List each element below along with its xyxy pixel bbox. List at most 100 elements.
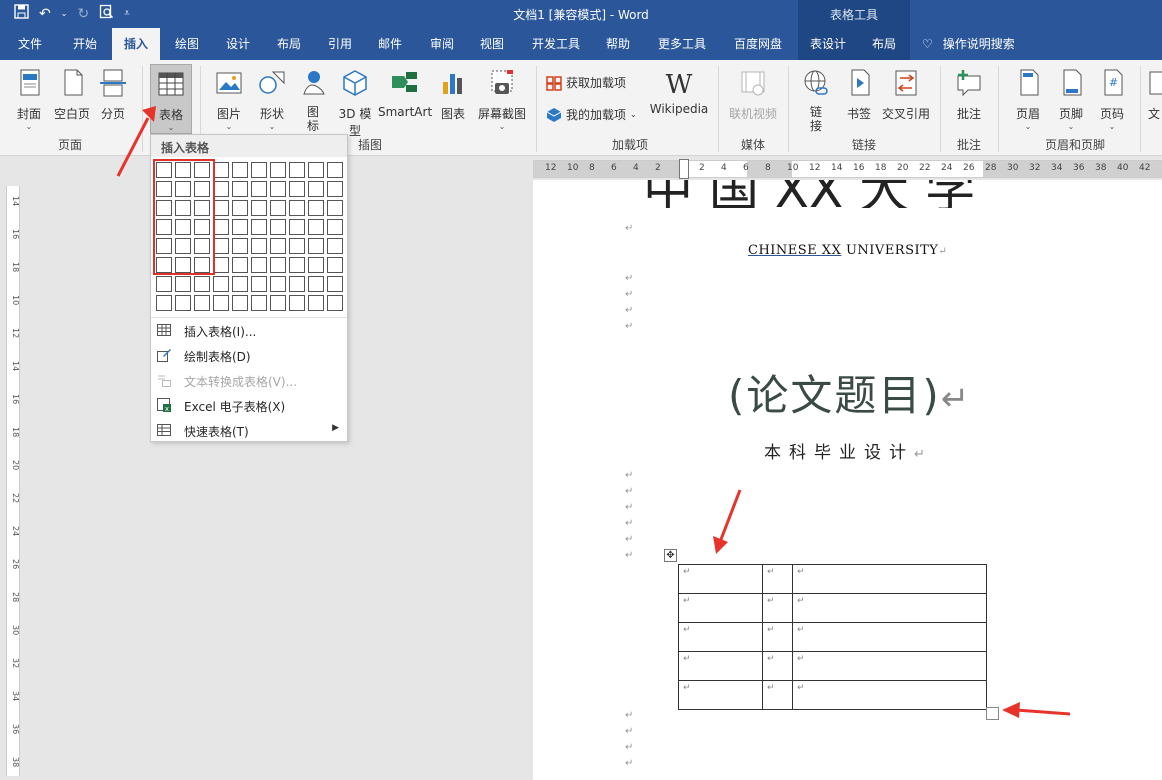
table-grid-cell[interactable] (194, 276, 210, 292)
table-grid-cell[interactable] (194, 181, 210, 197)
table-cell[interactable]: ↵ (762, 622, 793, 652)
document-page[interactable]: 中 国 XX 大 学 ↵ CHINESE XX UNIVERSITY↵ ↵ ↵ … (533, 180, 1162, 780)
table-grid-cell[interactable] (308, 295, 324, 311)
table-grid-cell[interactable] (327, 162, 343, 178)
table-grid-cell[interactable] (251, 238, 267, 254)
table-grid-cell[interactable] (175, 181, 191, 197)
table-grid-cell[interactable] (308, 200, 324, 216)
table-cell[interactable]: ↵ (762, 564, 793, 594)
table-grid-cell[interactable] (308, 238, 324, 254)
table-grid-cell[interactable] (289, 276, 305, 292)
bookmark-button[interactable]: 书签 (842, 68, 876, 122)
table-grid-cell[interactable] (327, 257, 343, 273)
3d-models-button[interactable]: 3D 模型 (336, 68, 374, 139)
comment-button[interactable]: 批注 (948, 68, 990, 122)
tell-me-search[interactable]: ♡ 操作说明搜索 (922, 28, 1032, 60)
table-button[interactable]: 表格 ⌄ (150, 64, 192, 134)
table-grid-cell[interactable] (156, 257, 172, 273)
draw-table-menu-item[interactable]: 绘制表格(D) (151, 343, 347, 368)
table-grid-cell[interactable] (213, 181, 229, 197)
tab-baidu-netdisk[interactable]: 百度网盘 (724, 28, 792, 60)
table-grid-cell[interactable] (232, 219, 248, 235)
tab-references[interactable]: 引用 (318, 28, 362, 60)
screenshot-button[interactable]: 屏幕截图 ⌄ (474, 68, 530, 131)
smartart-button[interactable]: SmartArt (378, 68, 432, 119)
table-grid-cell[interactable] (232, 162, 248, 178)
table-grid-cell[interactable] (327, 238, 343, 254)
table-grid-cell[interactable] (213, 295, 229, 311)
shapes-button[interactable]: 形状 ⌄ (252, 68, 292, 131)
table-cell[interactable]: ↵ (792, 593, 987, 623)
table-grid-cell[interactable] (308, 181, 324, 197)
table-grid-cell[interactable] (175, 162, 191, 178)
tab-table-design[interactable]: 表设计 (798, 28, 858, 60)
table-grid-cell[interactable] (175, 257, 191, 273)
online-video-button[interactable]: 联机视频 (724, 68, 782, 122)
table-grid-cell[interactable] (270, 200, 286, 216)
icons-button[interactable]: 图标 (296, 68, 330, 133)
tab-home[interactable]: 开始 (62, 28, 108, 60)
chart-button[interactable]: 图表 (436, 68, 470, 122)
footer-button[interactable]: 页脚 ⌄ (1050, 68, 1092, 131)
table-grid-cell[interactable] (175, 295, 191, 311)
table-grid-cell[interactable] (194, 257, 210, 273)
table-resize-handle[interactable] (986, 707, 999, 720)
cover-page-button[interactable]: 封面 ⌄ (10, 68, 48, 131)
table-grid-cell[interactable] (270, 276, 286, 292)
table-grid-cell[interactable] (270, 162, 286, 178)
table-grid-cell[interactable] (289, 257, 305, 273)
table-grid-cell[interactable] (156, 181, 172, 197)
table-move-handle[interactable]: ✥ (664, 549, 677, 562)
page-number-button[interactable]: # 页码 ⌄ (1092, 68, 1132, 131)
table-grid-cell[interactable] (194, 238, 210, 254)
table-grid-cell[interactable] (156, 219, 172, 235)
table-grid-cell[interactable] (156, 200, 172, 216)
table-grid-cell[interactable] (327, 276, 343, 292)
tab-review[interactable]: 审阅 (420, 28, 464, 60)
table-grid-cell[interactable] (270, 219, 286, 235)
table-grid-cell[interactable] (156, 295, 172, 311)
table-cell[interactable]: ↵ (678, 680, 763, 710)
table-grid-cell[interactable] (327, 219, 343, 235)
table-grid-cell[interactable] (175, 200, 191, 216)
tab-table-layout[interactable]: 布局 (858, 28, 910, 60)
table-grid-cell[interactable] (270, 238, 286, 254)
table-grid-cell[interactable] (232, 295, 248, 311)
text-group-button[interactable]: 文 (1146, 68, 1162, 122)
table-grid-cell[interactable] (327, 181, 343, 197)
table-grid-cell[interactable] (289, 162, 305, 178)
tab-developer[interactable]: 开发工具 (524, 28, 588, 60)
table-grid-cell[interactable] (308, 276, 324, 292)
table-cell[interactable]: ↵ (792, 622, 987, 652)
table-grid-cell[interactable] (213, 257, 229, 273)
table-grid-cell[interactable] (289, 295, 305, 311)
link-button[interactable]: 链接 (796, 68, 836, 133)
table-grid-cell[interactable] (213, 219, 229, 235)
table-grid-cell[interactable] (251, 162, 267, 178)
tab-design[interactable]: 设计 (216, 28, 260, 60)
table-grid-cell[interactable] (289, 238, 305, 254)
table-grid-cell[interactable] (270, 257, 286, 273)
table-cell[interactable]: ↵ (792, 651, 987, 681)
table-grid-cell[interactable] (175, 238, 191, 254)
table-grid-cell[interactable] (327, 200, 343, 216)
table-grid-cell[interactable] (194, 200, 210, 216)
table-grid-cell[interactable] (289, 181, 305, 197)
table-cell[interactable]: ↵ (762, 651, 793, 681)
tab-help[interactable]: 帮助 (596, 28, 640, 60)
table-grid-cell[interactable] (232, 181, 248, 197)
cross-reference-button[interactable]: 交叉引用 (880, 68, 932, 122)
table-grid-cell[interactable] (289, 200, 305, 216)
table-cell[interactable]: ↵ (678, 622, 763, 652)
table-grid-cell[interactable] (308, 219, 324, 235)
table-grid-cell[interactable] (156, 238, 172, 254)
excel-spreadsheet-menu-item[interactable]: x Excel 电子表格(X) (151, 393, 347, 418)
tab-mailings[interactable]: 邮件 (368, 28, 412, 60)
table-grid-cell[interactable] (194, 295, 210, 311)
table-grid-cell[interactable] (175, 219, 191, 235)
table-cell[interactable]: ↵ (678, 651, 763, 681)
table-grid-cell[interactable] (308, 257, 324, 273)
tab-file[interactable]: 文件 (8, 28, 52, 60)
table-cell[interactable]: ↵ (762, 593, 793, 623)
table-grid-cell[interactable] (213, 162, 229, 178)
